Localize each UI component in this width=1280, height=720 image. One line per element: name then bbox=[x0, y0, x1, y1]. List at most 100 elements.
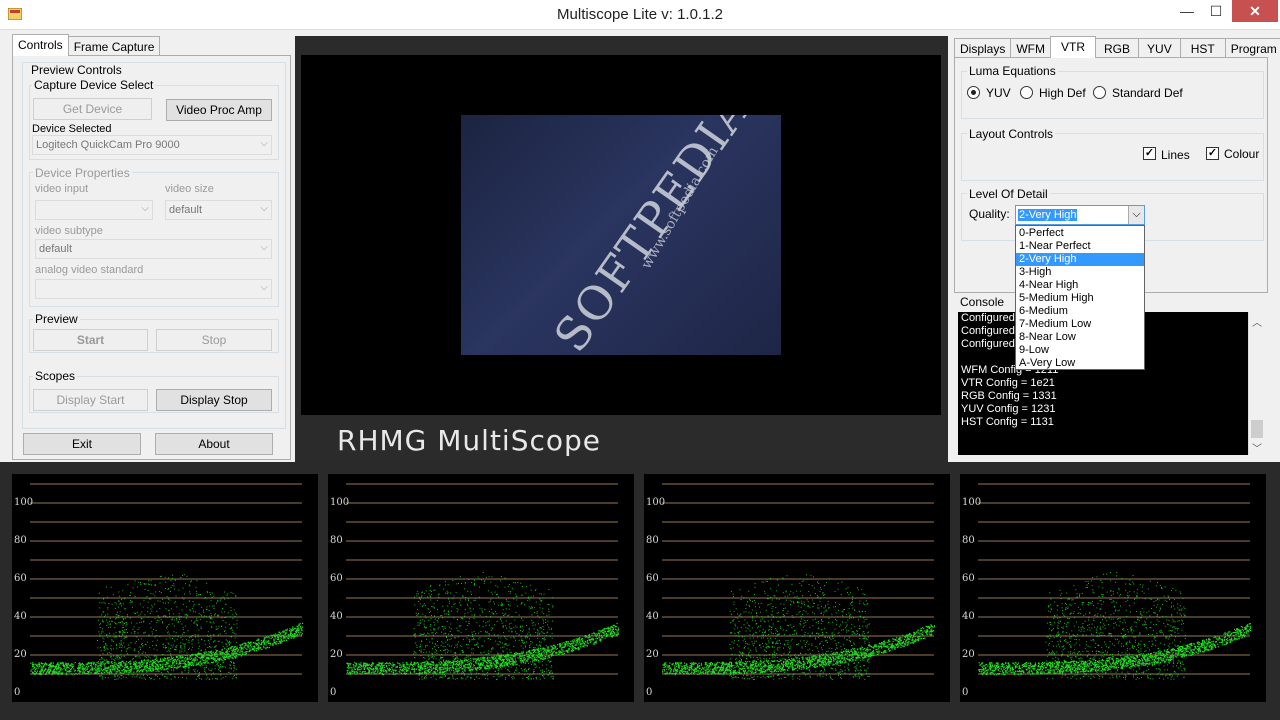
quality-option[interactable]: 1-Near Perfect bbox=[1016, 240, 1144, 253]
colour-checkbox[interactable]: ✓ bbox=[1206, 147, 1219, 160]
axis-tick-label: 60 bbox=[14, 573, 27, 584]
close-button[interactable]: ✕ bbox=[1232, 0, 1278, 22]
maximize-button[interactable]: ☐ bbox=[1202, 0, 1230, 22]
trace-point bbox=[197, 675, 198, 677]
tab-displays[interactable]: Displays bbox=[954, 38, 1012, 58]
quality-option[interactable]: 8-Near Low bbox=[1016, 331, 1144, 344]
trace-point bbox=[498, 637, 500, 639]
trace-point bbox=[85, 667, 87, 669]
display-start-button[interactable]: Display Start bbox=[33, 389, 148, 411]
tab-hst[interactable]: HST bbox=[1179, 38, 1226, 58]
video-size-combo[interactable]: default ⌵ bbox=[165, 200, 272, 220]
display-stop-button[interactable]: Display Stop bbox=[156, 389, 272, 411]
trace-point bbox=[150, 598, 152, 600]
trace-point bbox=[575, 644, 577, 646]
trace-point bbox=[235, 658, 237, 659]
quality-option[interactable]: 4-Near High bbox=[1016, 279, 1144, 292]
trace-point bbox=[429, 590, 431, 591]
stop-button[interactable]: Stop bbox=[156, 329, 272, 351]
scrollbar-thumb[interactable] bbox=[1251, 420, 1263, 438]
about-button[interactable]: About bbox=[155, 433, 273, 455]
quality-combo[interactable]: 2-Very High ⌵ bbox=[1015, 205, 1145, 225]
minimize-button[interactable]: — bbox=[1172, 0, 1202, 22]
trace-point bbox=[173, 583, 175, 585]
trace-point bbox=[230, 642, 232, 644]
tab-wfm[interactable]: WFM bbox=[1010, 38, 1052, 58]
trace-point bbox=[467, 612, 469, 614]
quality-option[interactable]: 5-Medium High bbox=[1016, 292, 1144, 305]
trace-point bbox=[99, 659, 101, 661]
trace-point bbox=[151, 631, 153, 633]
chevron-down-icon[interactable]: ﹀ bbox=[1252, 440, 1262, 455]
trace-point bbox=[436, 641, 438, 642]
trace-point bbox=[295, 631, 297, 634]
tab-rgb[interactable]: RGB bbox=[1095, 38, 1140, 58]
lines-checkbox[interactable]: ✓ bbox=[1143, 147, 1156, 160]
device-selected-combo[interactable]: Logitech QuickCam Pro 9000 ⌵ bbox=[32, 135, 272, 155]
quality-option[interactable]: A-Very Low bbox=[1016, 357, 1144, 370]
trace-point bbox=[541, 672, 543, 673]
quality-option-selected[interactable]: 2-Very High bbox=[1016, 253, 1144, 266]
video-input-combo[interactable]: ⌵ bbox=[35, 200, 153, 220]
trace-point bbox=[170, 587, 172, 588]
trace-point bbox=[192, 639, 194, 641]
trace-point bbox=[506, 600, 508, 602]
luma-highdef-radio[interactable] bbox=[1020, 86, 1033, 99]
quality-option[interactable]: 7-Medium Low bbox=[1016, 318, 1144, 331]
tab-program[interactable]: Program bbox=[1224, 38, 1280, 58]
trace-point bbox=[422, 597, 424, 599]
trace-point bbox=[414, 596, 415, 598]
chevron-down-icon: ⌵ bbox=[260, 282, 268, 293]
trace-point bbox=[471, 582, 473, 583]
video-subtype-combo[interactable]: default ⌵ bbox=[35, 239, 272, 259]
trace-point bbox=[489, 657, 491, 659]
trace-point bbox=[233, 623, 235, 625]
trace-point bbox=[480, 662, 482, 664]
trace-point bbox=[296, 635, 298, 637]
trace-point bbox=[119, 663, 121, 665]
trace-point bbox=[415, 642, 417, 644]
tab-yuv[interactable]: YUV bbox=[1138, 38, 1181, 58]
video-proc-amp-button[interactable]: Video Proc Amp bbox=[166, 99, 272, 121]
tab-vtr[interactable]: VTR bbox=[1050, 36, 1097, 58]
trace-point bbox=[384, 664, 386, 666]
tab-controls[interactable]: Controls bbox=[12, 34, 69, 56]
trace-point bbox=[607, 630, 609, 633]
quality-option[interactable]: 6-Medium bbox=[1016, 305, 1144, 318]
trace-point bbox=[478, 677, 480, 679]
trace-point bbox=[265, 648, 267, 650]
trace-point bbox=[506, 638, 508, 640]
trace-point bbox=[146, 596, 148, 597]
console-line: RGB Config = 1331 bbox=[961, 390, 1057, 402]
trace-point bbox=[426, 674, 428, 676]
chevron-up-icon[interactable]: ︿ bbox=[1252, 314, 1262, 329]
quality-option[interactable]: 0-Perfect bbox=[1016, 227, 1144, 240]
trace-point bbox=[114, 670, 116, 672]
exit-button[interactable]: Exit bbox=[23, 433, 141, 455]
trace-point bbox=[221, 626, 223, 628]
trace-point bbox=[105, 614, 107, 616]
trace-point bbox=[205, 608, 207, 610]
console-scrollbar[interactable]: ︿ ﹀ bbox=[1248, 312, 1265, 455]
trace-point bbox=[198, 653, 200, 655]
trace-point bbox=[209, 643, 211, 645]
luma-standarddef-radio[interactable] bbox=[1093, 86, 1106, 99]
trace-point bbox=[191, 640, 193, 642]
trace-point bbox=[295, 633, 297, 635]
tab-frame-capture[interactable]: Frame Capture bbox=[67, 36, 161, 56]
trace-point bbox=[516, 663, 518, 665]
quality-option[interactable]: 3-High bbox=[1016, 266, 1144, 279]
get-device-button[interactable]: Get Device bbox=[33, 98, 152, 120]
trace-point bbox=[147, 590, 149, 591]
luma-yuv-radio[interactable] bbox=[967, 86, 980, 99]
trace-point bbox=[203, 640, 205, 642]
trace-point bbox=[127, 614, 128, 616]
video-subtype-value: default bbox=[39, 243, 73, 255]
trace-point bbox=[526, 624, 527, 626]
analog-standard-combo[interactable]: ⌵ bbox=[35, 279, 272, 299]
start-button[interactable]: Start bbox=[33, 329, 148, 351]
trace-point bbox=[115, 635, 117, 637]
trace-point bbox=[438, 596, 440, 598]
quality-option[interactable]: 9-Low bbox=[1016, 344, 1144, 357]
chevron-down-icon[interactable]: ⌵ bbox=[1128, 206, 1144, 224]
